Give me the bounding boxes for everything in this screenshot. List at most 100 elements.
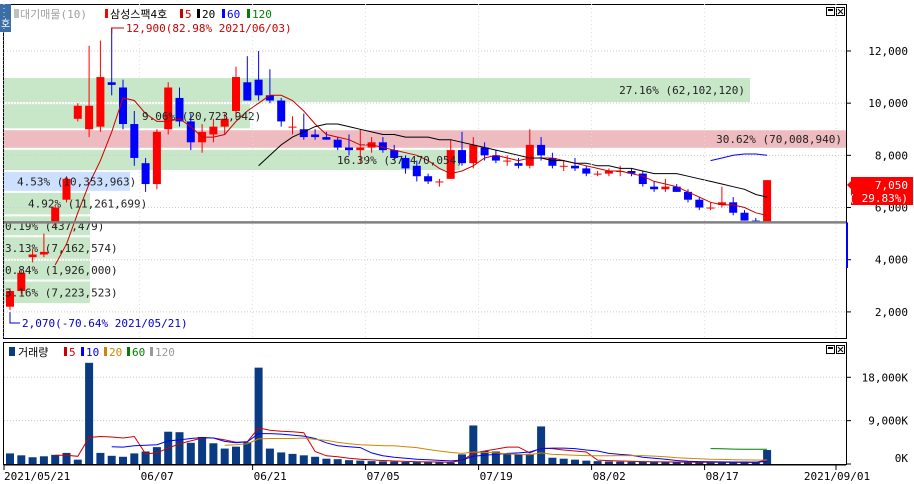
volume-bar [378,461,387,464]
legend-ma20-swatch [197,9,200,18]
volume-bar [559,458,568,464]
supply-band-label: 3.16% (7,223,523) [5,286,118,299]
price-tick-label: 12,000 [868,45,908,58]
vol-legend-ma120-swatch [150,347,153,356]
vol-legend-ma20-label: 20 [109,346,122,359]
volume-bar [582,460,591,464]
price-maximize-button[interactable] [826,7,835,16]
price-tick-label: 2,000 [875,306,908,319]
date-tick-label: 2021/05/21 [4,470,70,483]
candle-body [107,82,116,85]
volume-bar [96,452,105,464]
candle-body [356,147,365,151]
volume-bar [85,362,94,464]
candle-body [706,207,715,209]
max-price-label: 12,900(82.98% 2021/06/03) [126,22,292,35]
volume-bar [311,456,320,464]
candle-body [593,173,602,175]
candle-body [277,100,286,122]
volume-bar [514,454,523,464]
supply-band-label: 4.92% (11,261,699) [28,198,147,211]
volume-bar [345,460,353,464]
candle-body [311,134,320,138]
candle-body [537,144,546,156]
candle-body [571,165,579,169]
candle-body [661,186,670,190]
stock-chart: 2,0004,0006,0008,00010,00012,000 27.16% … [0,4,913,483]
price-panel-frame [3,4,847,339]
candle-body [243,82,252,101]
volume-bar [571,459,579,464]
candle-body [480,147,489,156]
volume-bar [367,461,376,464]
volume-maximize-icon [828,347,833,349]
volume-bar [333,459,342,464]
min-price-label: 2,070(-70.64% 2021/05/21) [22,317,188,330]
volume-bar [209,443,218,464]
candle-body [729,202,738,213]
volume-tick-label: 0K [895,452,909,465]
volume-bar [469,425,478,464]
volume-bar [130,453,139,464]
volume-bar [277,452,286,464]
date-tick-label: 08/02 [593,470,626,483]
volume-bar [198,437,207,464]
vol-legend-ma10-label: 10 [86,346,99,359]
candle-body [265,95,274,101]
volume-tick-label: 9,000K [868,415,908,428]
volume-bar [186,442,195,464]
legend-ma60-label: 60 [227,8,240,21]
candle-body [559,165,568,167]
volume-bar [6,453,14,464]
max-price-annotation: 12,900(82.98% 2021/06/03) [111,22,292,35]
volume-bar [62,452,71,464]
candle-body [288,126,297,128]
vol-legend-main-label: 거래량 [18,346,48,359]
volume-bar [243,442,252,464]
candle-body [96,77,105,127]
supply-band-label: 27.16% (62,102,120) [619,84,745,97]
supply-band-label: 9.06% (20,723,942) [142,110,261,123]
volume-bar [548,457,557,464]
volume-bar [593,461,602,464]
candle-body [763,180,772,223]
vol-legend-ma5-label: 5 [69,346,76,359]
volume-bar [39,456,48,464]
volume-bar [265,448,274,464]
current-change-value: ( 29.83%) [848,192,908,205]
side-tab-label: 호 [1,18,10,30]
volume-bar [73,459,82,464]
price-maximize-icon [828,9,833,11]
price-tick-label: 10,000 [868,97,908,110]
candle-body [209,126,218,135]
volume-bar [616,461,625,464]
volume-bar [119,456,127,464]
candle-body [740,212,749,221]
volume-axis: 0K 9,000K 18,000K [846,371,908,465]
legend-ma5-swatch [180,9,183,18]
candle-body [469,144,478,164]
vol-legend-ma10-swatch [81,347,84,356]
legend-stock-label: 삼성스팩4호 [110,8,167,21]
volume-bar [175,432,184,464]
volume-bar [232,446,240,464]
candle-body [525,144,534,166]
volume-maximize-button[interactable] [826,345,835,354]
legend-ma20-label: 20 [202,8,215,21]
candle-body [73,105,82,119]
date-tick-label: 07/19 [480,470,513,483]
legend-main-label: 대기매물(10) [20,8,87,21]
candle-body [232,77,240,111]
current-price-value: 7,050 [875,179,908,192]
volume-bar [627,461,636,464]
volume-bar [537,426,546,464]
volume-tick-label: 18,000K [862,371,909,384]
candle-body [412,165,421,177]
volume-bar [424,462,433,464]
vol-legend-ma60-swatch [127,347,130,356]
date-tick-label: 07/05 [367,470,400,483]
date-tick-label: 08/17 [706,470,739,483]
volume-bar [107,455,116,464]
volume-bar [604,461,613,464]
supply-band-label: 30.62% (70,008,940) [716,133,842,146]
